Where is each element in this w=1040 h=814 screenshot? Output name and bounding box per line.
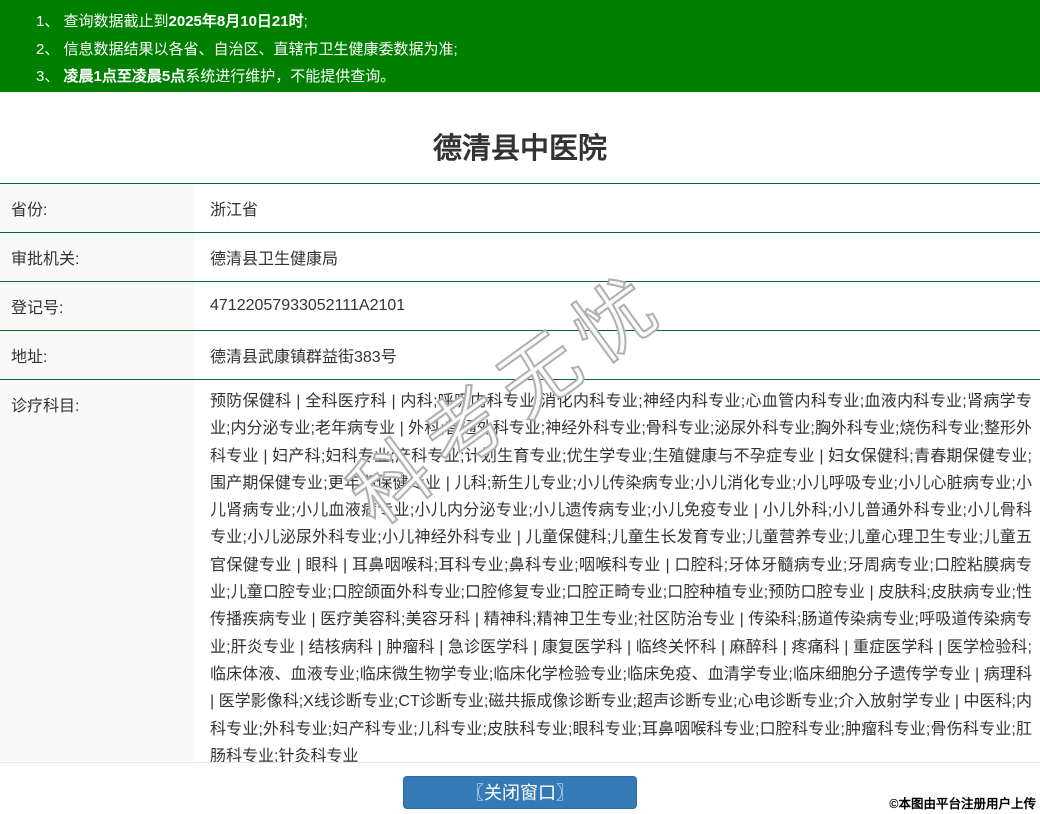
notice-1-bold: 2025年8月10日21时 <box>168 13 304 30</box>
notice-line-3: 3、 凌晨1点至凌晨5点系统进行维护，不能提供查询。 <box>36 63 1030 91</box>
registration-number-value: 47122057933052111A2101 <box>210 297 406 314</box>
address-value: 德清县武康镇群益街383号 <box>210 349 397 366</box>
notice-line-1: 1、 查询数据截止到2025年8月10日21时; <box>36 8 1030 36</box>
approval-authority-value: 德清县卫生健康局 <box>210 251 339 268</box>
notice-2-pre: 2、 信息数据结果以各省、自治区、直辖市卫生健康委数据为准; <box>36 40 458 58</box>
notice-3-pre: 3、 <box>36 68 64 85</box>
table-row-address: 地址: 德清县武康镇群益街383号 <box>0 331 1040 380</box>
medical-subjects-label: 诊疗科目: <box>0 380 195 761</box>
address-label: 地址: <box>0 331 195 379</box>
notice-1-pre: 1、 查询数据截止到 <box>36 13 169 30</box>
notice-line-2: 2、 信息数据结果以各省、自治区、直辖市卫生健康委数据为准; <box>36 36 1030 64</box>
table-row-medical-subjects: 诊疗科目: 预防保健科 | 全科医疗科 | 内科;呼吸内科专业;消化内科专业;神… <box>0 380 1040 763</box>
footer-bar: 〖关闭窗口〗 <box>0 763 1040 809</box>
province-label: 省份: <box>0 184 195 232</box>
table-row-approval-authority: 审批机关: 德清县卫生健康局 <box>0 233 1040 282</box>
notice-3-post: 系统进行维护，不能提供查询。 <box>185 68 396 85</box>
info-table: 省份: 浙江省 审批机关: 德清县卫生健康局 登记号: 471220579330… <box>0 183 1040 763</box>
notice-banner: 1、 查询数据截止到2025年8月10日21时; 2、 信息数据结果以各省、自治… <box>0 0 1040 92</box>
registration-number-label: 登记号: <box>0 282 195 330</box>
table-row-registration-number: 登记号: 47122057933052111A2101 <box>0 282 1040 331</box>
table-row-province: 省份: 浙江省 <box>0 184 1040 233</box>
upload-credit: ©本图由平台注册用户上传 <box>889 797 1036 811</box>
approval-authority-label: 审批机关: <box>0 233 195 281</box>
medical-subjects-value: 预防保健科 | 全科医疗科 | 内科;呼吸内科专业;消化内科专业;神经内科专业;… <box>210 393 1032 763</box>
province-value: 浙江省 <box>210 202 259 219</box>
notice-3-bold: 凌晨1点至凌晨5点 <box>63 68 186 85</box>
page-title: 德清县中医院 <box>432 133 607 165</box>
notice-1-post: ; <box>303 13 308 30</box>
close-window-button[interactable]: 〖关闭窗口〗 <box>403 776 637 809</box>
